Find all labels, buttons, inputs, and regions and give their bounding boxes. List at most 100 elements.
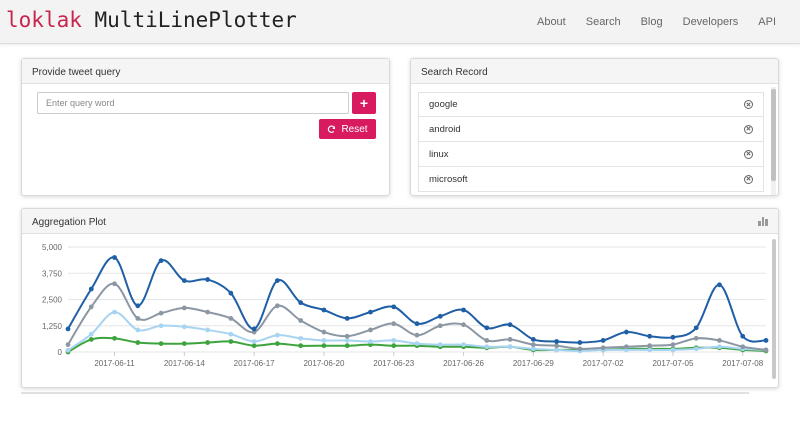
- x-tick-label: 2017-06-26: [443, 359, 484, 368]
- data-point: [275, 303, 280, 309]
- query-input[interactable]: [37, 92, 349, 114]
- record-item-android: android: [418, 117, 764, 142]
- record-label: linux: [429, 148, 449, 160]
- plot-panel-title: Aggregation Plot: [22, 209, 778, 234]
- data-point: [484, 338, 490, 343]
- plot-scrollbar[interactable]: [772, 239, 776, 379]
- series-line: [67, 282, 767, 351]
- record-label: microsoft: [429, 173, 468, 185]
- nav-api[interactable]: API: [758, 16, 776, 28]
- search-record-panel: Search Record google android linux micro…: [410, 58, 779, 196]
- data-point: [647, 343, 653, 349]
- data-point: [228, 339, 234, 344]
- plus-icon: +: [359, 95, 369, 111]
- x-tick-label: 2017-07-05: [652, 359, 693, 368]
- data-point: [181, 324, 187, 330]
- data-point: [554, 347, 559, 353]
- nav-blog[interactable]: Blog: [641, 16, 663, 28]
- nav-developers[interactable]: Developers: [683, 16, 739, 28]
- data-point: [205, 309, 211, 315]
- data-point: [368, 327, 373, 333]
- data-point: [391, 304, 397, 310]
- plot-title: Aggregation Plot: [32, 217, 106, 228]
- data-point: [275, 278, 280, 283]
- data-point: [88, 331, 94, 337]
- data-point: [112, 255, 117, 260]
- y-tick-label: 5,000: [42, 243, 63, 252]
- add-query-button[interactable]: +: [352, 92, 376, 114]
- remove-linux-icon[interactable]: [744, 149, 753, 159]
- nav-search[interactable]: Search: [586, 16, 621, 28]
- x-tick-label: 2017-06-17: [234, 359, 275, 368]
- data-point: [135, 340, 141, 345]
- data-point: [158, 310, 164, 316]
- data-point: [647, 347, 653, 353]
- record-panel-title: Search Record: [411, 59, 778, 84]
- bottom-divider: [21, 392, 749, 394]
- data-point: [624, 329, 629, 335]
- data-point: [344, 343, 350, 349]
- x-tick-label: 2017-06-14: [164, 359, 205, 368]
- data-point: [600, 338, 606, 343]
- data-point: [65, 347, 71, 353]
- data-point: [205, 277, 211, 282]
- data-point: [321, 307, 327, 313]
- data-point: [65, 342, 71, 348]
- data-point: [321, 338, 327, 343]
- x-tick-label: 2017-06-23: [373, 359, 414, 368]
- navbar: loklak MultiLinePlotter About Search Blo…: [0, 0, 800, 44]
- data-point: [437, 323, 443, 329]
- data-point: [112, 335, 117, 341]
- data-point: [414, 321, 420, 327]
- data-point: [251, 343, 257, 349]
- data-point: [135, 327, 141, 333]
- nav-about[interactable]: About: [537, 16, 566, 28]
- data-point: [530, 337, 536, 342]
- bar-chart-icon[interactable]: [758, 216, 768, 226]
- data-point: [135, 303, 141, 309]
- remove-google-icon[interactable]: [744, 100, 753, 109]
- data-point: [693, 335, 699, 341]
- data-point: [88, 337, 94, 342]
- data-point: [391, 338, 397, 343]
- record-scrollbar[interactable]: [771, 89, 776, 181]
- record-item-google: google: [418, 92, 764, 117]
- brand-title[interactable]: loklak MultiLinePlotter: [6, 8, 297, 32]
- data-point: [507, 337, 513, 342]
- data-point: [298, 343, 304, 349]
- data-point: [275, 341, 280, 346]
- data-point: [554, 339, 559, 344]
- data-point: [368, 309, 373, 315]
- data-point: [158, 323, 164, 329]
- record-item-microsoft: microsoft: [418, 167, 764, 192]
- data-point: [484, 325, 490, 331]
- data-point: [344, 316, 350, 321]
- data-point: [158, 341, 164, 346]
- data-point: [205, 327, 211, 333]
- data-point: [461, 307, 466, 313]
- data-point: [717, 338, 722, 343]
- reset-button[interactable]: Reset: [319, 119, 376, 139]
- reset-label: Reset: [341, 123, 368, 135]
- record-list: google android linux microsoft: [418, 92, 764, 192]
- data-point: [461, 342, 466, 348]
- query-panel-title: Provide tweet query: [22, 59, 389, 84]
- record-label: google: [429, 99, 458, 110]
- data-point: [112, 309, 117, 315]
- data-point: [112, 281, 117, 287]
- data-point: [507, 322, 513, 328]
- data-point: [275, 332, 280, 338]
- data-point: [670, 334, 676, 340]
- remove-microsoft-icon[interactable]: [744, 174, 753, 184]
- remove-android-icon[interactable]: [744, 124, 753, 134]
- data-point: [740, 333, 746, 339]
- data-point: [600, 345, 606, 351]
- data-point: [484, 344, 490, 350]
- data-point: [414, 341, 420, 346]
- data-point: [181, 278, 187, 283]
- data-point: [624, 344, 629, 350]
- x-tick-label: 2017-06-11: [94, 359, 135, 368]
- y-tick-label: 3,750: [42, 269, 63, 278]
- data-point: [88, 304, 94, 310]
- data-point: [530, 346, 536, 352]
